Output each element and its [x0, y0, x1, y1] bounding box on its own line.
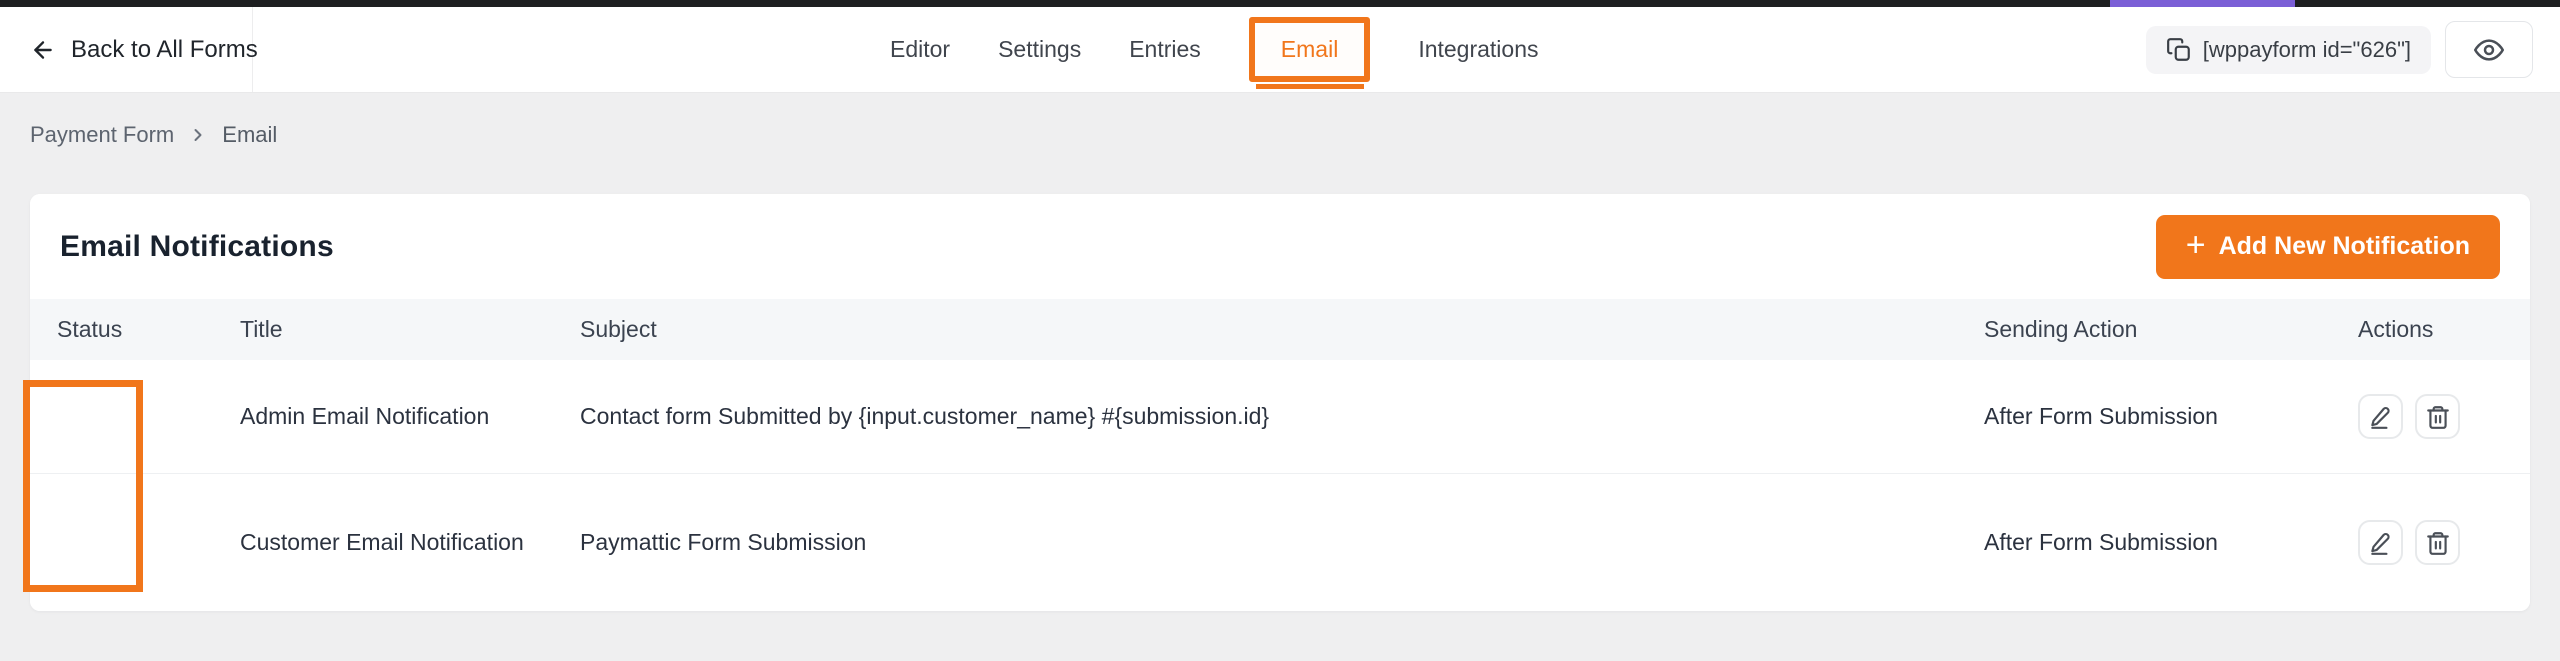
email-notifications-panel: Email Notifications + Add New Notificati…: [30, 194, 2530, 611]
progress-segment: [2110, 0, 2295, 7]
edit-button[interactable]: [2358, 394, 2403, 439]
subject-cell: Contact form Submitted by {input.custome…: [580, 403, 1984, 430]
back-label: Back to All Forms: [71, 36, 258, 64]
back-to-all-forms-button[interactable]: Back to All Forms: [0, 7, 253, 92]
table-row: Admin Email Notification Contact form Su…: [30, 360, 2530, 473]
toggle-knob: [30, 410, 49, 436]
table-header-row: Status Title Subject Sending Action Acti…: [30, 299, 2530, 360]
active-tab-underline: [1256, 84, 1364, 89]
title-cell: Customer Email Notification: [240, 529, 580, 556]
status-cell: [57, 534, 240, 552]
pencil-icon: [2368, 404, 2394, 430]
sending-action-cell: After Form Submission: [1984, 403, 2358, 430]
breadcrumb: Payment Form Email: [30, 119, 277, 151]
tab-email[interactable]: Email: [1281, 36, 1339, 62]
app-header: Back to All Forms Editor Settings Entrie…: [0, 7, 2560, 93]
add-button-label: Add New Notification: [2219, 232, 2470, 261]
subject-cell: Paymattic Form Submission: [580, 529, 1984, 556]
column-subject: Subject: [580, 316, 1984, 343]
column-status: Status: [57, 316, 240, 343]
actions-cell: [2358, 394, 2500, 439]
tab-settings[interactable]: Settings: [998, 36, 1081, 63]
tab-integrations[interactable]: Integrations: [1418, 36, 1538, 63]
toggle-knob: [30, 536, 49, 562]
panel-header: Email Notifications + Add New Notificati…: [30, 194, 2530, 299]
plus-icon: +: [2186, 228, 2206, 262]
table-row: Customer Email Notification Paymattic Fo…: [30, 473, 2530, 611]
preview-button[interactable]: [2445, 21, 2533, 78]
arrow-left-icon: [30, 37, 56, 63]
tab-email-annotation-box: Email: [1249, 17, 1371, 82]
column-title: Title: [240, 316, 580, 343]
trash-icon: [2425, 404, 2451, 430]
title-cell: Admin Email Notification: [240, 403, 580, 430]
breadcrumb-email: Email: [222, 122, 277, 148]
column-sending-action: Sending Action: [1984, 316, 2358, 343]
header-right-actions: [wppayform id="626"]: [2146, 7, 2533, 92]
copy-icon: [2166, 37, 2192, 63]
chevron-right-icon: [188, 125, 208, 145]
form-tabs: Editor Settings Entries Email Integratio…: [890, 7, 1539, 92]
actions-cell: [2358, 520, 2500, 565]
sending-action-cell: After Form Submission: [1984, 529, 2358, 556]
shortcode-text: [wppayform id="626"]: [2203, 37, 2411, 63]
tab-editor[interactable]: Editor: [890, 36, 950, 63]
breadcrumb-payment-form[interactable]: Payment Form: [30, 122, 174, 148]
shortcode-copy-button[interactable]: [wppayform id="626"]: [2146, 26, 2431, 74]
delete-button[interactable]: [2415, 394, 2460, 439]
edit-button[interactable]: [2358, 520, 2403, 565]
column-actions: Actions: [2358, 316, 2500, 343]
delete-button[interactable]: [2415, 520, 2460, 565]
eye-icon: [2474, 35, 2504, 65]
pencil-icon: [2368, 530, 2394, 556]
status-cell: [57, 408, 240, 426]
browser-progress-strip: [0, 0, 2560, 7]
panel-title: Email Notifications: [60, 230, 334, 264]
trash-icon: [2425, 530, 2451, 556]
tab-entries[interactable]: Entries: [1129, 36, 1201, 63]
add-new-notification-button[interactable]: + Add New Notification: [2156, 215, 2500, 279]
